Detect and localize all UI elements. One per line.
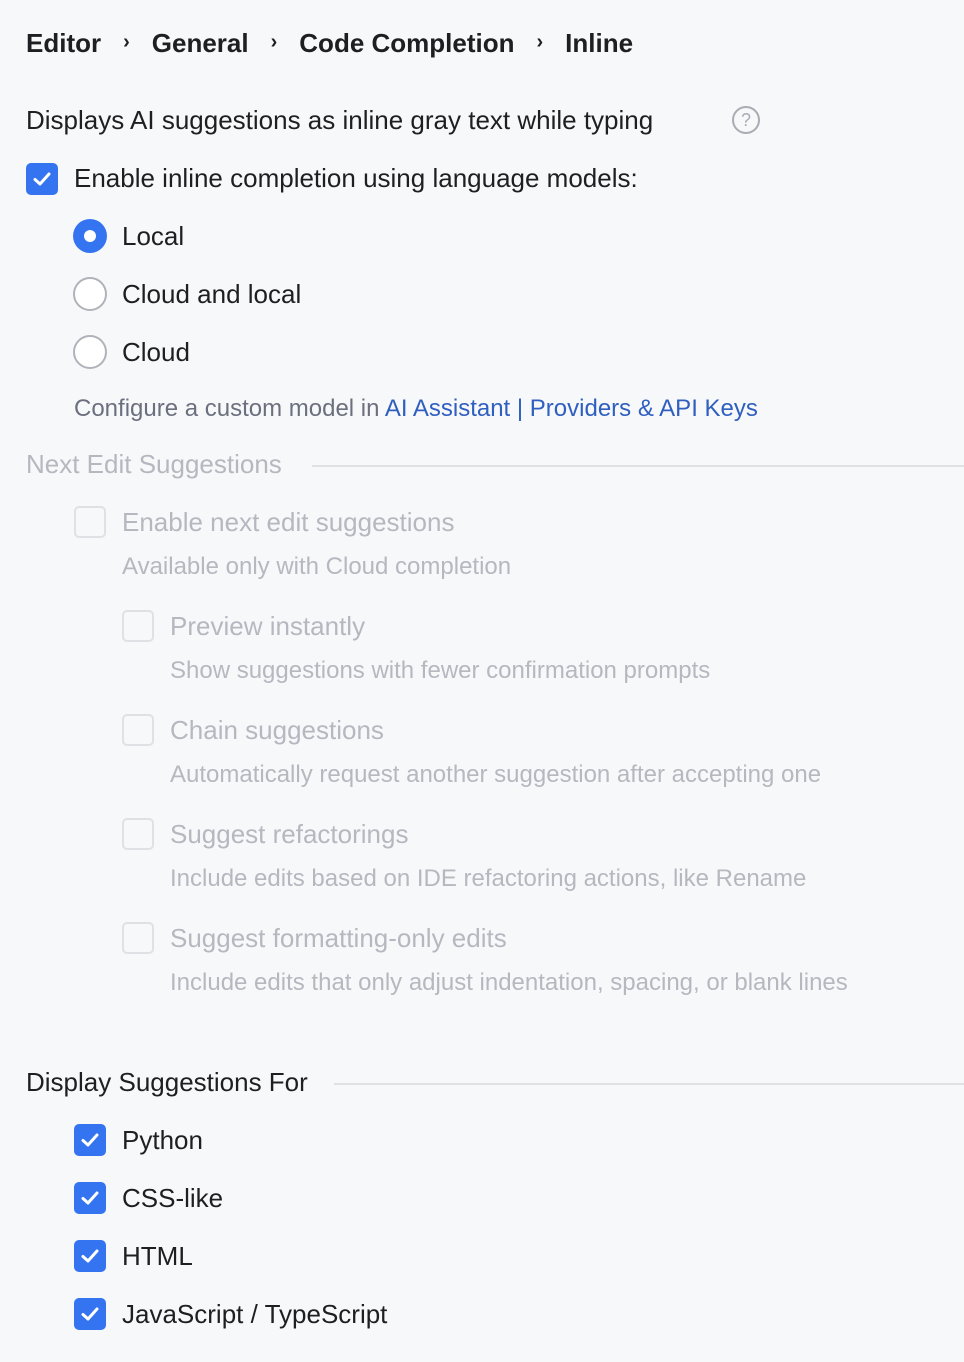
chevron-right-icon: ›	[270, 30, 278, 53]
checkmark-icon	[81, 1249, 99, 1263]
language-js-ts-label: JavaScript / TypeScript	[122, 1299, 388, 1329]
chevron-right-icon: ›	[123, 30, 130, 53]
suggest-formatting-hint: Include edits that only adjust indentati…	[170, 969, 848, 996]
suggest-refactorings-label: Suggest refactorings	[170, 819, 409, 849]
language-html-checkbox[interactable]	[74, 1240, 106, 1272]
suggest-refactorings-hint: Include edits based on IDE refactoring a…	[170, 865, 807, 892]
language-js-ts-checkbox[interactable]	[74, 1298, 106, 1330]
radio-cloud[interactable]	[73, 335, 107, 369]
language-css-label: CSS-like	[122, 1183, 224, 1213]
chain-suggestions-checkbox[interactable]	[122, 714, 154, 746]
radio-local[interactable]	[73, 219, 107, 253]
display-suggestions-section-title: Display Suggestions For	[26, 1067, 308, 1097]
preview-instantly-checkbox[interactable]	[122, 610, 154, 642]
language-html-label: HTML	[122, 1241, 193, 1271]
preview-instantly-hint: Show suggestions with fewer confirmation…	[170, 657, 711, 684]
language-python-label: Python	[122, 1125, 203, 1155]
breadcrumb-item-code-completion[interactable]: Code Completion	[299, 28, 514, 59]
breadcrumb-item-inline: Inline	[565, 27, 634, 58]
checkmark-icon	[81, 1191, 99, 1205]
page-description: Displays AI suggestions as inline gray t…	[26, 105, 654, 135]
configure-model-prefix: Configure a custom model in	[74, 395, 385, 422]
checkmark-icon	[81, 1307, 99, 1321]
breadcrumb-item-editor[interactable]: Editor	[26, 28, 101, 59]
enable-inline-completion-label: Enable inline completion using language …	[74, 163, 638, 193]
checkmark-icon	[81, 1133, 99, 1147]
radio-cloud-and-local-label: Cloud and local	[122, 279, 302, 309]
section-divider	[334, 1083, 964, 1085]
preview-instantly-label: Preview instantly	[170, 611, 366, 641]
checkmark-icon	[33, 172, 51, 186]
language-python-checkbox[interactable]	[74, 1124, 106, 1156]
radio-cloud-label: Cloud	[122, 337, 190, 367]
radio-local-label: Local	[122, 221, 185, 251]
chain-suggestions-label: Chain suggestions	[170, 715, 384, 745]
suggest-refactorings-checkbox[interactable]	[122, 818, 154, 850]
providers-api-keys-link[interactable]: AI Assistant | Providers & API Keys	[385, 395, 758, 422]
enable-inline-completion-checkbox[interactable]	[26, 163, 58, 195]
chain-suggestions-hint: Automatically request another suggestion…	[170, 761, 822, 788]
help-icon[interactable]: ?	[732, 106, 760, 134]
suggest-formatting-checkbox[interactable]	[122, 922, 154, 954]
radio-cloud-and-local[interactable]	[73, 277, 107, 311]
breadcrumb-item-general[interactable]: General	[152, 28, 249, 59]
chevron-right-icon: ›	[536, 30, 544, 53]
enable-next-edit-checkbox[interactable]	[74, 506, 106, 538]
section-divider	[312, 465, 964, 467]
next-edit-section-title: Next Edit Suggestions	[26, 449, 282, 479]
suggest-formatting-label: Suggest formatting-only edits	[170, 923, 507, 953]
configure-model-text: Configure a custom model in AI Assistant…	[74, 392, 758, 426]
language-css-checkbox[interactable]	[74, 1182, 106, 1214]
enable-next-edit-label: Enable next edit suggestions	[122, 507, 455, 537]
enable-next-edit-hint: Available only with Cloud completion	[122, 553, 512, 580]
breadcrumb: Editor › General › Code Completion › Inl…	[26, 24, 633, 62]
